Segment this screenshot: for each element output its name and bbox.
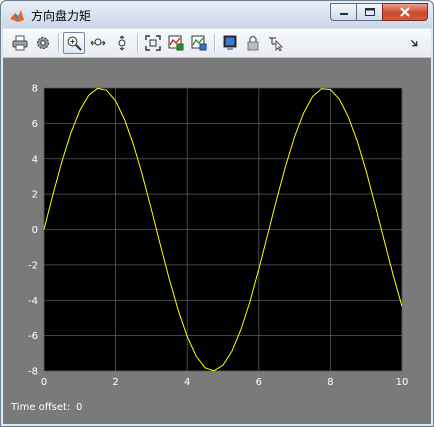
toolbar-overflow-arrow-icon: [410, 39, 418, 47]
close-icon: [400, 7, 410, 17]
toolbar-overflow-button[interactable]: [407, 32, 421, 54]
minimize-button[interactable]: [330, 3, 356, 21]
minimize-icon: [339, 13, 348, 15]
x-tick-label: 2: [112, 377, 118, 388]
y-tick-label: -4: [28, 296, 38, 307]
zoom-x-button[interactable]: [87, 32, 109, 54]
matlab-app-icon: [9, 8, 25, 24]
save-axes-settings-button[interactable]: [165, 32, 187, 54]
title-bar[interactable]: 方向盘力矩: [2, 2, 432, 28]
x-tick-label: 10: [396, 377, 409, 388]
zoom-y-icon: [118, 35, 126, 51]
x-tick-label: 8: [327, 377, 333, 388]
x-tick-label: 6: [256, 377, 262, 388]
close-button[interactable]: [382, 3, 428, 21]
scope-plot[interactable]: 0 2 4 6 8 10 -8 -6 -4 -2 0 2 4 6 8: [3, 58, 431, 424]
maximize-button[interactable]: [356, 3, 382, 21]
save-axes-settings-icon: [168, 35, 184, 51]
scope-window: 方向盘力矩 0 2 4 6 8 10 -8 -6 -4 -2 0 2 4 6 8…: [0, 0, 434, 427]
scope-toolbar: [3, 29, 431, 58]
y-tick-label: -6: [28, 331, 38, 342]
y-tick-label: 6: [32, 119, 38, 130]
floating-scope-button[interactable]: [219, 32, 241, 54]
signal-selection-button[interactable]: [265, 32, 287, 54]
scope-display-area: 0 2 4 6 8 10 -8 -6 -4 -2 0 2 4 6 8 Time offset: 0: [3, 58, 431, 424]
zoom-y-button[interactable]: [111, 32, 133, 54]
zoom-x-icon: [90, 38, 106, 46]
parameters-gear-icon: [37, 37, 49, 49]
print-button[interactable]: [9, 32, 31, 54]
print-icon: [12, 35, 28, 51]
restore-axes-settings-icon: [191, 35, 207, 51]
zoom-in-button[interactable]: [63, 32, 85, 54]
y-tick-label: 2: [32, 190, 38, 201]
autoscale-button[interactable]: [142, 32, 164, 54]
autoscale-icon: [145, 35, 161, 51]
y-tick-label: -8: [28, 367, 38, 378]
x-tick-label: 4: [184, 377, 190, 388]
parameters-button[interactable]: [32, 32, 54, 54]
restore-axes-settings-button[interactable]: [188, 32, 210, 54]
time-offset-label: Time offset:: [11, 402, 71, 413]
x-tick-label: 0: [41, 377, 47, 388]
y-tick-label: 4: [32, 154, 38, 165]
time-offset-value: 0: [76, 402, 83, 413]
zoom-in-icon: [67, 36, 82, 51]
y-tick-label: 0: [32, 225, 38, 236]
lock-axes-button[interactable]: [242, 32, 264, 54]
lock-axes-icon: [247, 35, 259, 51]
maximize-icon: [364, 8, 375, 16]
window-title: 方向盘力矩: [31, 9, 92, 23]
floating-scope-icon: [223, 35, 237, 50]
y-tick-label: -2: [28, 260, 38, 271]
y-tick-label: 8: [32, 84, 38, 95]
signal-selection-icon: [269, 37, 284, 51]
